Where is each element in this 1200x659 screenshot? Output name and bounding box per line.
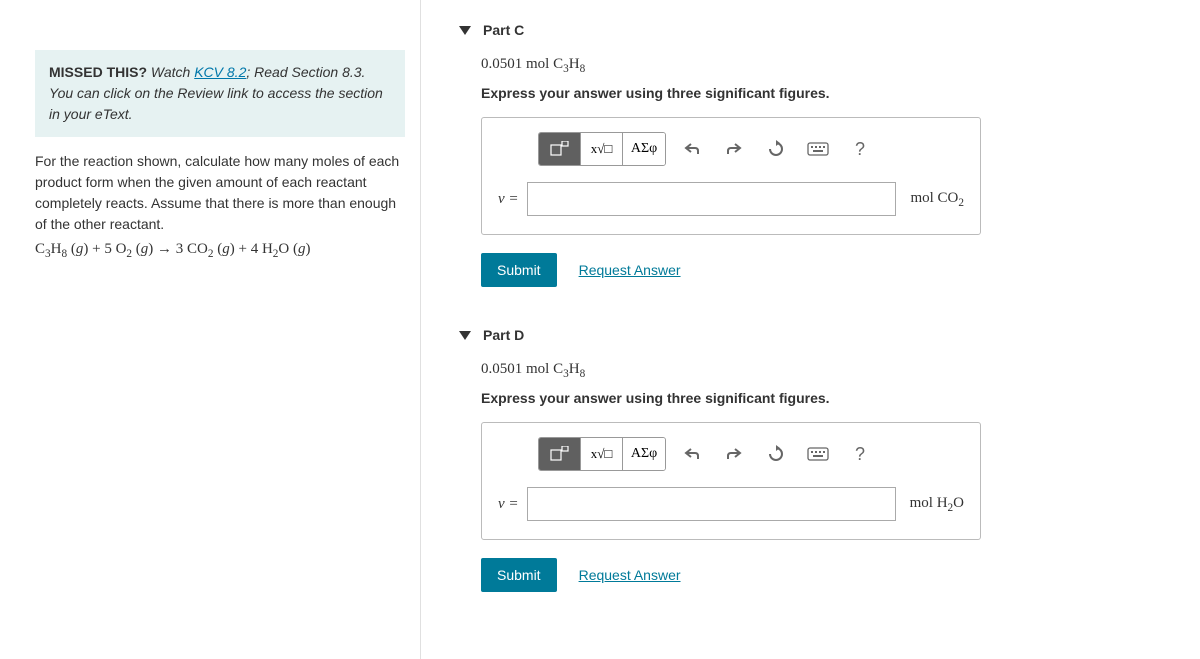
hint-text: You can click on the Review link to acce… bbox=[49, 85, 383, 122]
part-d-given: 0.0501 mol C3H8 bbox=[481, 361, 1170, 380]
part-d-instruction: Express your answer using three signific… bbox=[481, 390, 1170, 406]
part-c-title: Part C bbox=[483, 22, 524, 38]
template-button[interactable] bbox=[539, 438, 581, 470]
part-c: Part C 0.0501 mol C3H8 Express your answ… bbox=[481, 22, 1170, 287]
undo-icon[interactable] bbox=[676, 438, 708, 470]
format-group: x√□ ΑΣφ bbox=[538, 437, 666, 471]
part-d-submit[interactable]: Submit bbox=[481, 558, 557, 592]
template-icon bbox=[550, 141, 570, 157]
reset-icon[interactable] bbox=[760, 438, 792, 470]
part-c-unit: mol CO2 bbox=[910, 190, 964, 209]
part-d-toolbar: x√□ ΑΣφ ? bbox=[538, 437, 964, 471]
help-icon[interactable]: ? bbox=[844, 133, 876, 165]
greek-button[interactable]: ΑΣφ bbox=[623, 133, 665, 165]
radical-icon: x√□ bbox=[591, 446, 613, 462]
part-d: Part D 0.0501 mol C3H8 Express your answ… bbox=[481, 327, 1170, 592]
part-d-answer-box: x√□ ΑΣφ ? bbox=[481, 422, 981, 540]
problem-sidebar: MISSED THIS? Watch KCV 8.2; Read Section… bbox=[0, 0, 420, 659]
part-d-input[interactable] bbox=[527, 487, 896, 521]
part-c-given: 0.0501 mol C3H8 bbox=[481, 56, 1170, 75]
part-c-input-row: ν = mol CO2 bbox=[498, 182, 964, 216]
help-icon[interactable]: ? bbox=[844, 438, 876, 470]
redo-icon[interactable] bbox=[718, 438, 750, 470]
part-d-buttons: Submit Request Answer bbox=[481, 558, 1170, 592]
template-icon bbox=[550, 446, 570, 462]
template-button[interactable] bbox=[539, 133, 581, 165]
missed-label: MISSED THIS? bbox=[49, 64, 147, 80]
part-c-answer-box: x√□ ΑΣφ ? bbox=[481, 117, 981, 235]
collapse-icon bbox=[459, 331, 471, 340]
kcv-link[interactable]: KCV 8.2 bbox=[194, 64, 246, 80]
part-c-var: ν = bbox=[498, 191, 519, 208]
part-d-title: Part D bbox=[483, 327, 524, 343]
missed-italic: Watch KCV 8.2; Read Section 8.3. bbox=[151, 64, 366, 80]
reaction-equation: C3H8 (g) + 5 O2 (g) → 3 CO2 (g) + 4 H2O … bbox=[35, 241, 405, 260]
part-c-input[interactable] bbox=[527, 182, 897, 216]
part-c-toolbar: x√□ ΑΣφ ? bbox=[538, 132, 964, 166]
answer-panel: Part C 0.0501 mol C3H8 Express your answ… bbox=[420, 0, 1200, 659]
radical-icon: x√□ bbox=[591, 141, 613, 157]
missed-this-box: MISSED THIS? Watch KCV 8.2; Read Section… bbox=[35, 50, 405, 137]
part-c-buttons: Submit Request Answer bbox=[481, 253, 1170, 287]
part-c-instruction: Express your answer using three signific… bbox=[481, 85, 1170, 101]
reset-icon[interactable] bbox=[760, 133, 792, 165]
part-d-var: ν = bbox=[498, 496, 519, 513]
math-button[interactable]: x√□ bbox=[581, 438, 623, 470]
part-c-header[interactable]: Part C bbox=[459, 22, 1170, 38]
greek-button[interactable]: ΑΣφ bbox=[623, 438, 665, 470]
redo-icon[interactable] bbox=[718, 133, 750, 165]
part-d-unit: mol H2O bbox=[910, 495, 964, 514]
keyboard-icon[interactable] bbox=[802, 438, 834, 470]
format-group: x√□ ΑΣφ bbox=[538, 132, 666, 166]
question-text: For the reaction shown, calculate how ma… bbox=[35, 151, 405, 235]
part-d-request[interactable]: Request Answer bbox=[579, 567, 681, 583]
undo-icon[interactable] bbox=[676, 133, 708, 165]
keyboard-icon[interactable] bbox=[802, 133, 834, 165]
collapse-icon bbox=[459, 26, 471, 35]
part-d-input-row: ν = mol H2O bbox=[498, 487, 964, 521]
part-c-submit[interactable]: Submit bbox=[481, 253, 557, 287]
part-c-request[interactable]: Request Answer bbox=[579, 262, 681, 278]
math-button[interactable]: x√□ bbox=[581, 133, 623, 165]
part-d-header[interactable]: Part D bbox=[459, 327, 1170, 343]
